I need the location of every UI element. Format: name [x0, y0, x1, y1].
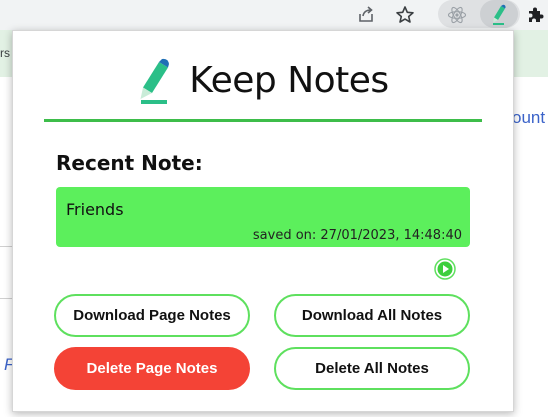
star-icon[interactable]	[393, 3, 417, 27]
delete-all-notes-button[interactable]: Delete All Notes	[274, 347, 470, 390]
share-icon[interactable]	[354, 3, 378, 27]
download-page-notes-button[interactable]: Download Page Notes	[54, 294, 250, 337]
delete-page-notes-button[interactable]: Delete Page Notes	[54, 347, 250, 390]
keep-notes-popup: Keep Notes Recent Note: Friends saved on…	[12, 30, 514, 412]
background-divider	[0, 298, 12, 299]
puzzle-icon[interactable]	[523, 3, 547, 27]
header-divider	[44, 119, 482, 122]
download-all-notes-button[interactable]: Download All Notes	[274, 294, 470, 337]
popup-header: Keep Notes	[13, 56, 513, 104]
background-link-fragment[interactable]: ount	[512, 108, 545, 128]
play-icon[interactable]	[434, 258, 456, 280]
note-timestamp: saved on: 27/01/2023, 14:48:40	[252, 228, 462, 243]
recent-note-card[interactable]: Friends saved on: 27/01/2023, 14:48:40	[56, 187, 470, 247]
note-text: Friends	[66, 200, 124, 219]
pencil-logo-icon	[140, 58, 170, 104]
recent-note-label: Recent Note:	[56, 151, 203, 175]
react-extension-icon[interactable]	[445, 3, 469, 27]
popup-title: Keep Notes	[189, 59, 389, 101]
keep-notes-extension-icon[interactable]	[487, 3, 511, 27]
browser-toolbar	[0, 0, 548, 30]
background-divider	[0, 246, 12, 247]
background-text-fragment: rs	[0, 46, 10, 60]
